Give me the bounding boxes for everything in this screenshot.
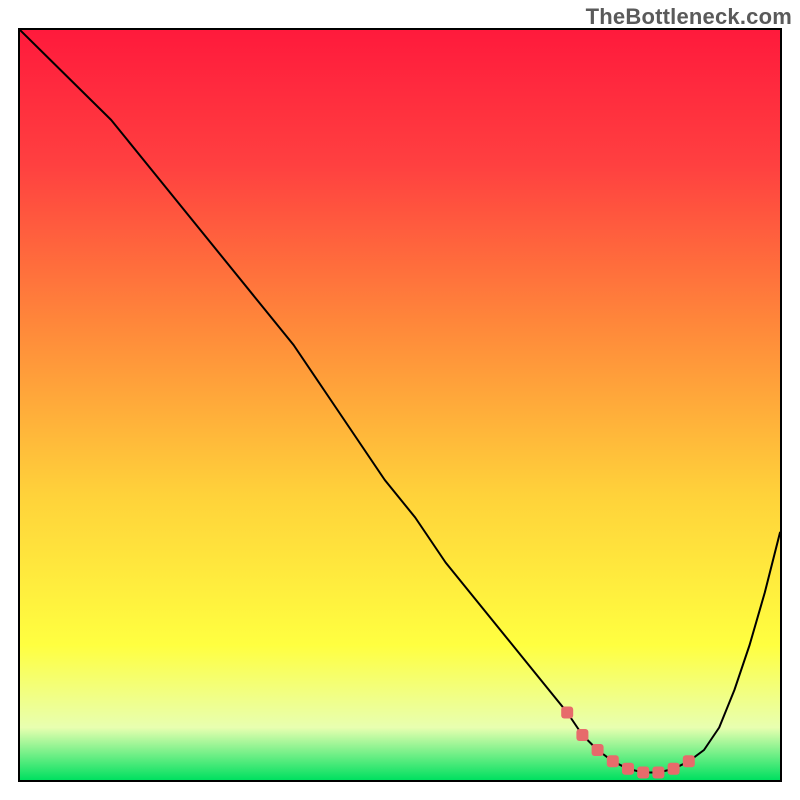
plot-area: [18, 28, 782, 782]
optimal-marker: [576, 729, 588, 741]
chart-frame: TheBottleneck.com: [0, 0, 800, 800]
optimal-marker: [622, 763, 634, 775]
watermark-text: TheBottleneck.com: [586, 4, 792, 30]
optimal-marker: [637, 767, 649, 779]
optimal-marker: [668, 763, 680, 775]
chart-svg: [20, 30, 780, 780]
optimal-marker: [607, 755, 619, 767]
optimal-marker: [592, 744, 604, 756]
optimal-marker: [561, 707, 573, 719]
gradient-background: [20, 30, 780, 780]
optimal-marker: [652, 767, 664, 779]
optimal-marker: [683, 755, 695, 767]
